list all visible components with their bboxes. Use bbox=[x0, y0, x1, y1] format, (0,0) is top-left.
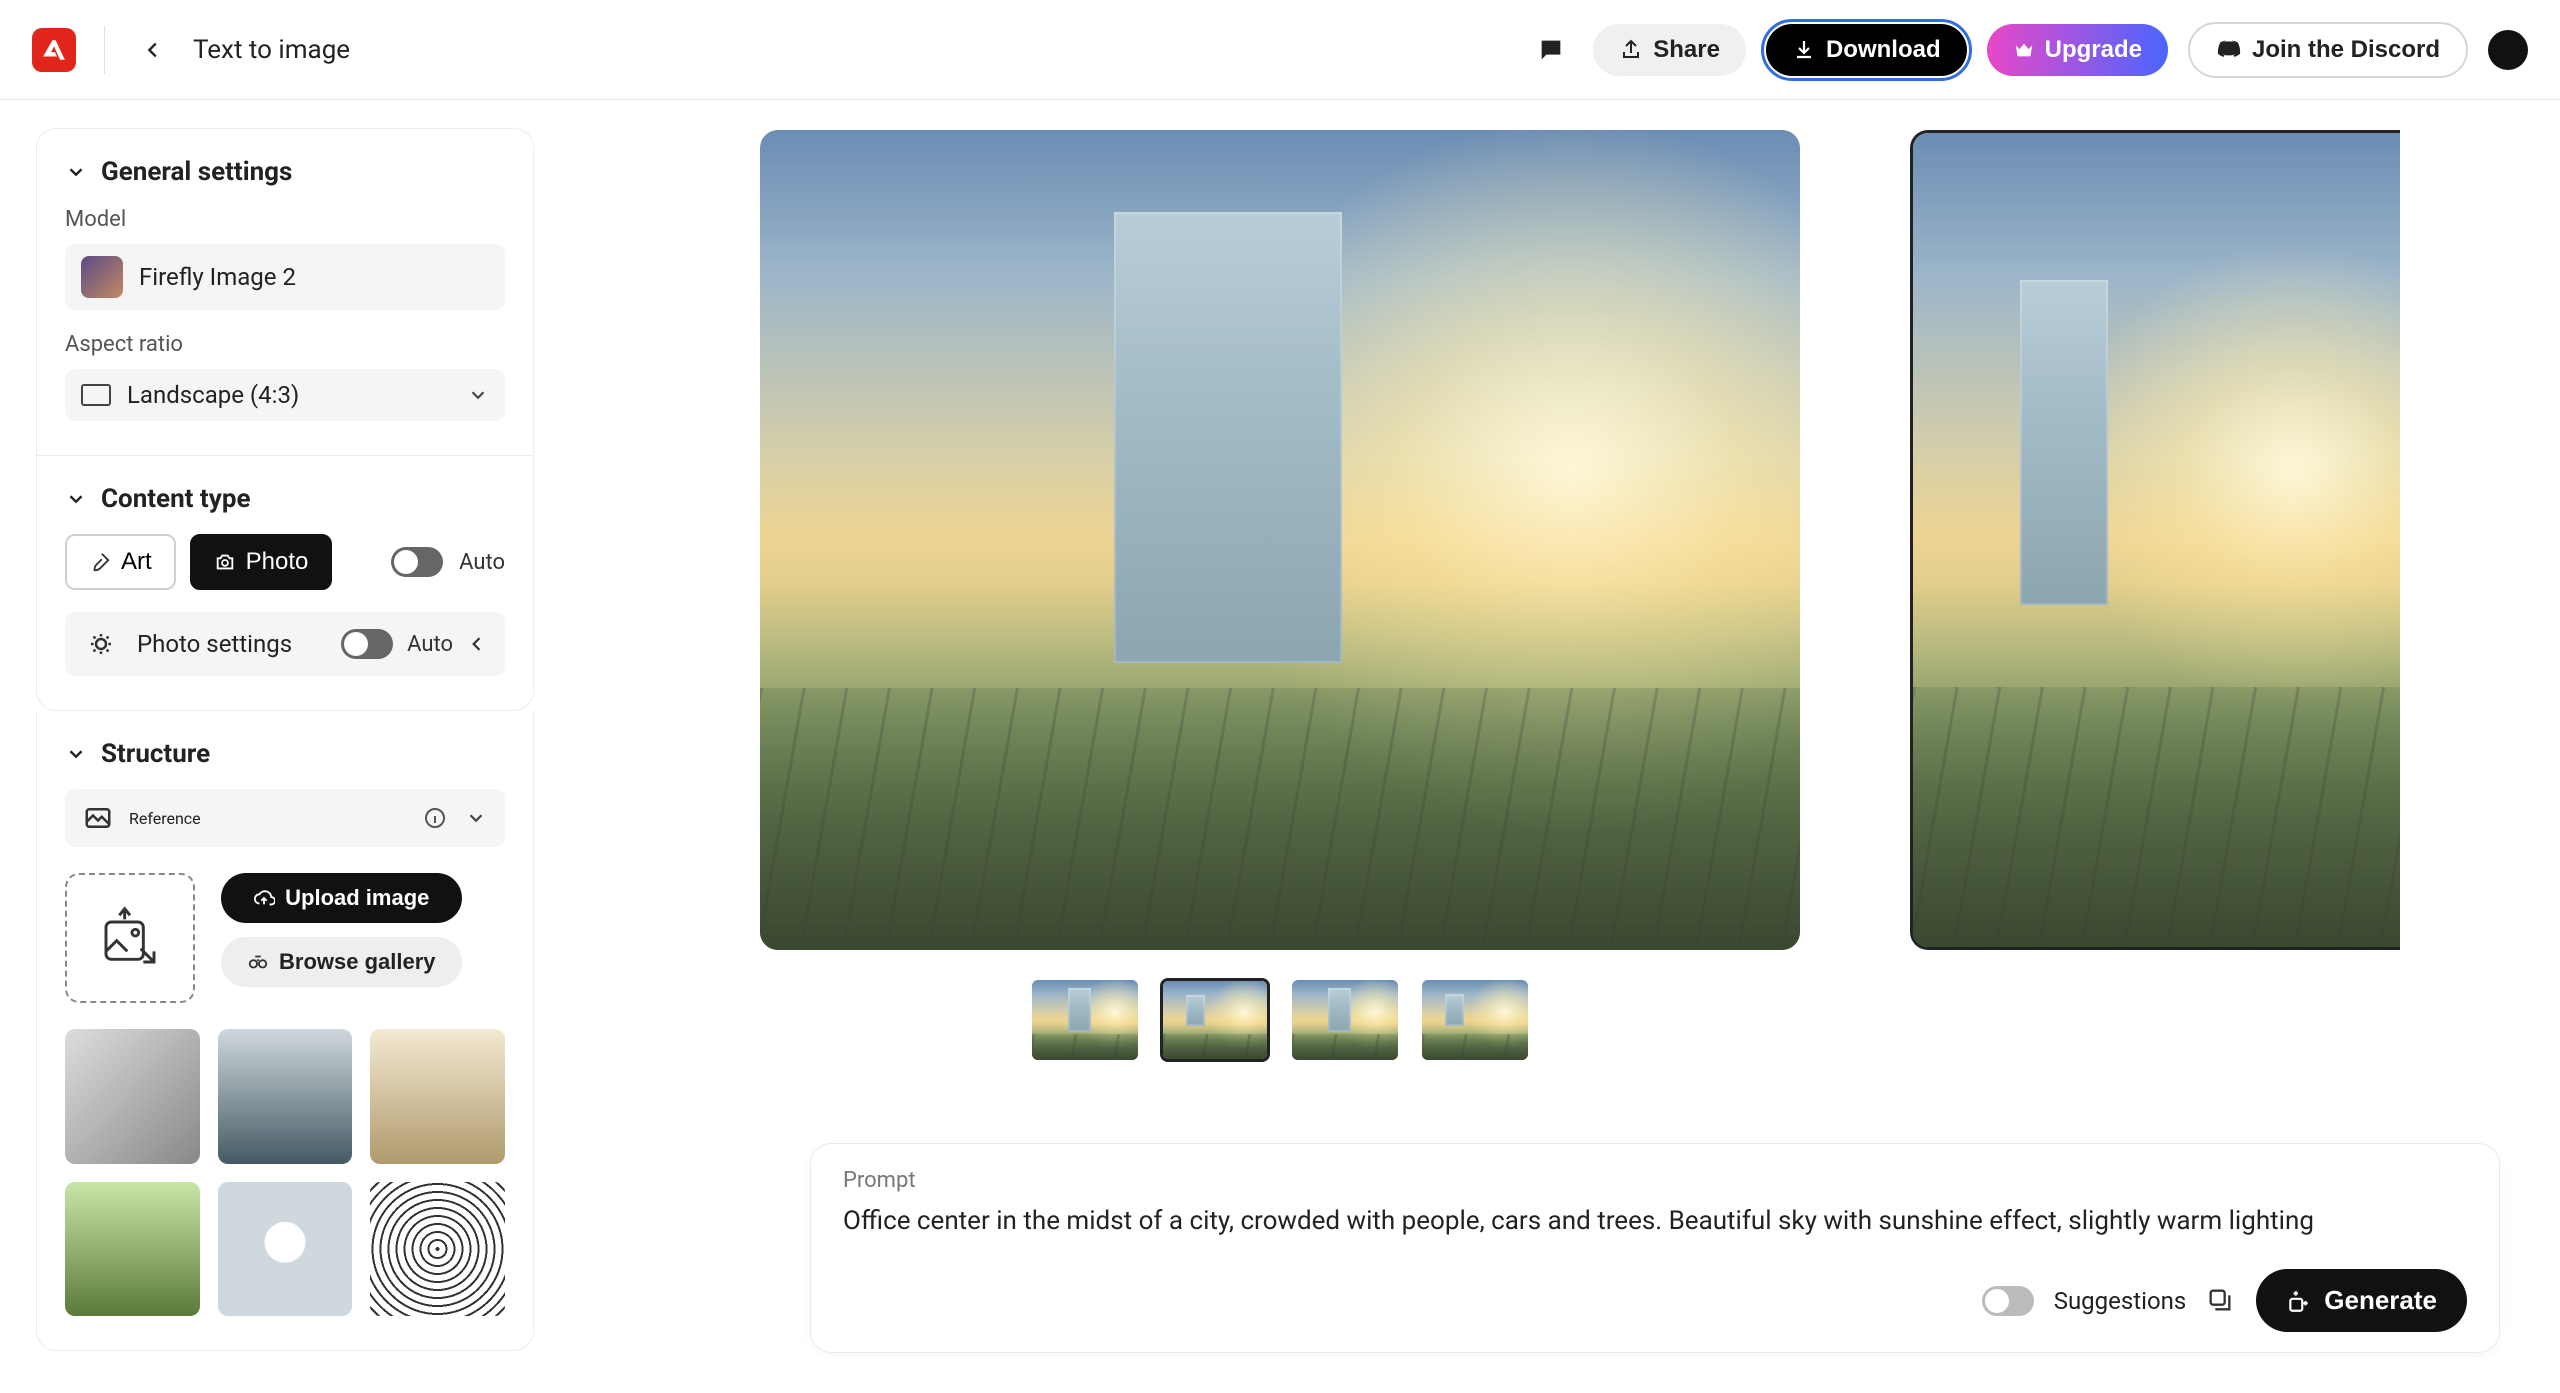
chevron-down-icon bbox=[465, 807, 487, 829]
result-thumbnail[interactable] bbox=[1030, 978, 1140, 1062]
app-header: Text to image Share Download Upgrade Joi… bbox=[0, 0, 2560, 100]
settings-sidebar: General settings Model Firefly Image 2 A… bbox=[0, 100, 570, 1393]
info-icon[interactable] bbox=[423, 806, 447, 830]
suggestions-toggle[interactable] bbox=[1982, 1286, 2034, 1316]
camera-icon bbox=[214, 551, 236, 573]
notes-icon[interactable] bbox=[1529, 28, 1573, 72]
reference-tile[interactable] bbox=[370, 1182, 505, 1317]
user-avatar[interactable] bbox=[2488, 30, 2528, 70]
prompt-card: Prompt Office center in the midst of a c… bbox=[810, 1143, 2500, 1353]
general-settings-title: General settings bbox=[101, 157, 292, 187]
structure-title: Structure bbox=[101, 739, 210, 769]
aspect-field-label: Aspect ratio bbox=[65, 332, 505, 357]
sliders-icon bbox=[83, 626, 119, 662]
upgrade-button[interactable]: Upgrade bbox=[1987, 24, 2168, 76]
reference-label: Reference bbox=[129, 809, 201, 828]
main-content: Prompt Office center in the midst of a c… bbox=[570, 100, 2560, 1393]
upload-placeholder-icon bbox=[98, 906, 162, 970]
suggestions-label: Suggestions bbox=[2054, 1287, 2187, 1315]
general-settings-panel: General settings Model Firefly Image 2 A… bbox=[36, 128, 534, 456]
reference-gallery bbox=[65, 1029, 505, 1316]
result-gallery bbox=[580, 130, 2520, 1115]
structure-header[interactable]: Structure bbox=[65, 739, 505, 769]
upload-image-label: Upload image bbox=[285, 885, 429, 911]
landscape-icon bbox=[81, 384, 111, 406]
photo-settings-auto-label: Auto bbox=[407, 632, 453, 657]
page-title: Text to image bbox=[193, 35, 350, 65]
reference-tile[interactable] bbox=[218, 1182, 353, 1317]
chevron-left-icon bbox=[467, 634, 487, 654]
result-image-primary[interactable] bbox=[760, 130, 1800, 950]
suggestions-icon[interactable] bbox=[2206, 1286, 2236, 1316]
share-button[interactable]: Share bbox=[1593, 24, 1746, 76]
photo-label: Photo bbox=[246, 548, 309, 576]
prompt-field-label: Prompt bbox=[843, 1168, 2467, 1193]
share-icon bbox=[1619, 38, 1643, 62]
result-thumbnail[interactable] bbox=[1160, 978, 1270, 1062]
download-icon bbox=[1792, 38, 1816, 62]
download-label: Download bbox=[1826, 36, 1941, 64]
header-divider bbox=[104, 26, 105, 74]
adobe-logo[interactable] bbox=[32, 28, 76, 72]
reference-tile[interactable] bbox=[65, 1182, 200, 1317]
chevron-down-icon bbox=[65, 743, 87, 765]
content-type-title: Content type bbox=[101, 484, 251, 514]
share-label: Share bbox=[1653, 36, 1720, 64]
chevron-down-icon bbox=[65, 161, 87, 183]
reference-tile[interactable] bbox=[218, 1029, 353, 1164]
upload-dropzone[interactable] bbox=[65, 873, 195, 1003]
discord-icon bbox=[2216, 37, 2242, 63]
back-button[interactable] bbox=[133, 30, 173, 70]
discord-label: Join the Discord bbox=[2252, 36, 2440, 64]
aspect-value: Landscape (4:3) bbox=[127, 381, 299, 409]
generate-button[interactable]: Generate bbox=[2256, 1269, 2467, 1332]
photo-settings-label: Photo settings bbox=[137, 630, 292, 658]
result-thumbnails bbox=[760, 978, 1800, 1062]
cloud-upload-icon bbox=[253, 887, 275, 909]
reference-tile[interactable] bbox=[370, 1029, 505, 1164]
upload-image-button[interactable]: Upload image bbox=[221, 873, 462, 923]
result-thumbnail[interactable] bbox=[1420, 978, 1530, 1062]
model-field-label: Model bbox=[65, 207, 505, 232]
image-icon bbox=[83, 803, 113, 833]
art-label: Art bbox=[121, 548, 152, 576]
model-thumb-icon bbox=[81, 256, 123, 298]
result-thumbnail[interactable] bbox=[1290, 978, 1400, 1062]
model-selector[interactable]: Firefly Image 2 bbox=[65, 244, 505, 310]
aspect-selector[interactable]: Landscape (4:3) bbox=[65, 369, 505, 421]
brush-icon bbox=[89, 551, 111, 573]
photo-button[interactable]: Photo bbox=[190, 534, 333, 590]
result-image-secondary[interactable] bbox=[1910, 130, 2400, 950]
browse-gallery-button[interactable]: Browse gallery bbox=[221, 937, 462, 987]
generate-label: Generate bbox=[2324, 1285, 2437, 1316]
content-type-header[interactable]: Content type bbox=[65, 484, 505, 514]
prompt-text[interactable]: Office center in the midst of a city, cr… bbox=[843, 1203, 2467, 1241]
download-button[interactable]: Download bbox=[1766, 24, 1967, 76]
content-type-panel: Content type Art Photo Auto bbox=[36, 456, 534, 711]
reference-tile[interactable] bbox=[65, 1029, 200, 1164]
photo-settings-auto-toggle[interactable] bbox=[341, 629, 393, 659]
general-settings-header[interactable]: General settings bbox=[65, 157, 505, 187]
content-auto-toggle[interactable] bbox=[391, 547, 443, 577]
crown-icon bbox=[2013, 39, 2035, 61]
sparkle-icon bbox=[2286, 1288, 2312, 1314]
chevron-down-icon bbox=[467, 384, 489, 406]
reference-row[interactable]: Reference bbox=[65, 789, 505, 847]
browse-gallery-label: Browse gallery bbox=[279, 949, 436, 975]
discord-button[interactable]: Join the Discord bbox=[2188, 22, 2468, 78]
structure-panel: Structure Reference bbox=[36, 711, 534, 1351]
upgrade-label: Upgrade bbox=[2045, 36, 2142, 64]
art-button[interactable]: Art bbox=[65, 534, 176, 590]
content-auto-label: Auto bbox=[459, 550, 505, 575]
chevron-down-icon bbox=[65, 488, 87, 510]
photo-settings-row[interactable]: Photo settings Auto bbox=[65, 612, 505, 676]
model-value: Firefly Image 2 bbox=[139, 263, 296, 291]
binoculars-icon bbox=[247, 951, 269, 973]
